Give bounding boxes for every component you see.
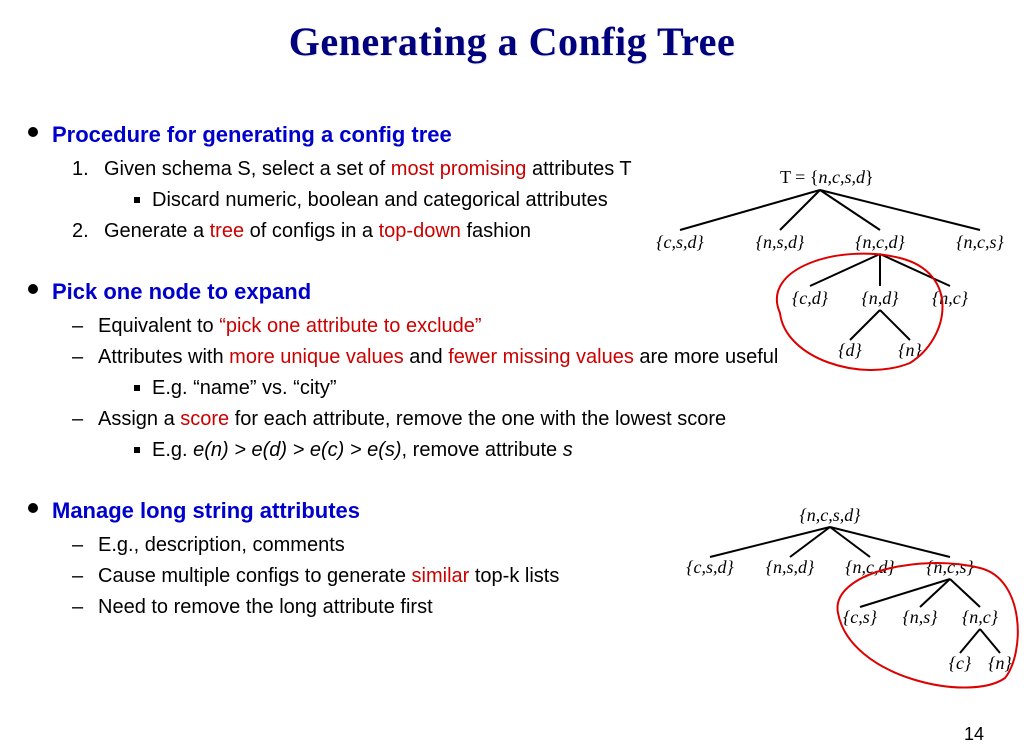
text: Attributes with [98,346,229,368]
section-heading: Pick one node to expand [52,275,311,309]
text: fashion [461,220,531,242]
tree-node: {n} [988,653,1012,673]
tree-node: {n,c} [932,288,969,308]
list-subitem: E.g. e(n) > e(d) > e(c) > e(s), remove a… [134,435,998,466]
config-tree-2: {n,c,s,d} {c,s,d} {n,s,d} {n,c,d} {n,c,s… [660,503,1020,703]
tree-node: {n,c,s} [926,557,974,577]
square-bullet-icon [134,385,140,391]
tree-node: {d} [838,340,862,360]
text: Discard numeric, boolean and categorical… [152,185,608,216]
tree-node: {c,s} [843,607,878,627]
text: , remove attribute [402,439,563,461]
section-heading: Manage long string attributes [52,494,360,528]
text: Generate a [104,220,210,242]
text-emphasis: more unique values [229,346,404,368]
tree-node: {n,s,d} [766,557,815,577]
tree-node: {n,c} [962,607,999,627]
text: for each attribute, remove the one with … [229,408,726,430]
dash-bullet: – [72,592,94,623]
bullet-icon [28,284,38,294]
text-emphasis: tree [210,220,244,242]
bullet-icon [28,127,38,137]
tree-node: {c,s,d} [656,232,704,252]
tree-node: {n,s,d} [756,232,805,252]
slide-title: Generating a Config Tree [0,18,1024,65]
text: attributes T [526,158,631,180]
text: E.g. [152,439,193,461]
text: and [404,346,448,368]
text: Equivalent to [98,315,219,337]
tree-node: {c,s,d} [686,557,734,577]
text-emphasis: score [180,408,229,430]
dash-bullet: – [72,311,94,342]
text: E.g., description, comments [98,530,345,561]
square-bullet-icon [134,197,140,203]
list-item: – Assign a score for each attribute, rem… [72,404,998,435]
config-tree-1: T = {n,c,s,d} {c,s,d} {n,s,d} {n,c,d} {n… [640,158,1020,378]
text: Need to remove the long attribute first [98,592,433,623]
text-emphasis: fewer missing values [448,346,634,368]
list-number: 1. [72,154,96,185]
list-number: 2. [72,216,96,247]
section-heading: Procedure for generating a config tree [52,118,452,152]
tree-root: {n,c,s,d} [800,505,862,525]
text: of configs in a [244,220,379,242]
text-emphasis: top-down [379,220,461,242]
dash-bullet: – [72,561,94,592]
text: E.g. “name” vs. “city” [152,373,336,404]
text: Assign a [98,408,180,430]
tree-node: {n,c,s} [956,232,1004,252]
text: Cause multiple configs to generate [98,565,412,587]
page-number: 14 [964,724,984,745]
text: top-k lists [469,565,559,587]
bullet-icon [28,503,38,513]
text-emphasis: “pick one attribute to exclude” [219,315,481,337]
math-var: s [563,439,573,461]
text-emphasis: similar [412,565,470,587]
dash-bullet: – [72,342,94,373]
tree-node: {c} [949,653,972,673]
tree-root-label: T = {n,c,s,d} [780,167,874,187]
dash-bullet: – [72,530,94,561]
text: Given schema S, select a set of [104,158,391,180]
tree-node: {n,d} [862,288,900,308]
tree-node: {n,s} [903,607,939,627]
math-expr: e(n) > e(d) > e(c) > e(s) [193,439,401,461]
square-bullet-icon [134,447,140,453]
tree-node: {n,c,d} [855,232,905,252]
dash-bullet: – [72,404,94,435]
tree-node: {c,d} [792,288,829,308]
text-emphasis: most promising [391,158,527,180]
